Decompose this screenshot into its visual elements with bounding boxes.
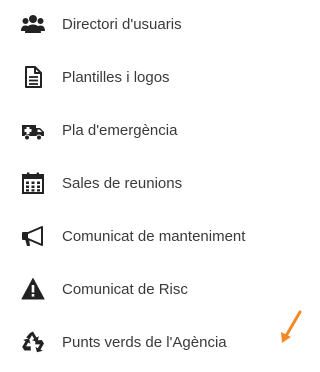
menu-item-label: Sales de reunions [62,174,183,192]
menu-item-label: Pla d'emergència [62,121,178,139]
document-icon [20,64,46,90]
menu-item-label: Directori d'usuaris [62,15,182,33]
warning-icon [20,276,46,302]
users-group-icon [20,11,46,37]
menu-item-risk-notice[interactable]: Comunicat de Risc [20,273,188,305]
megaphone-icon [20,223,46,249]
menu-item-green-points[interactable]: Punts verds de l'Agència [20,326,227,358]
ambulance-icon [20,117,46,143]
menu-item-label: Comunicat de manteniment [62,227,246,245]
menu-item-templates-logos[interactable]: Plantilles i logos [20,61,170,93]
recycle-icon [20,329,46,355]
menu-item-meeting-rooms[interactable]: Sales de reunions [20,167,182,199]
menu-item-emergency-plan[interactable]: Pla d'emergència [20,114,177,146]
menu-item-label: Comunicat de Risc [62,280,188,298]
pointer-arrow-icon [281,310,302,343]
menu-item-label: Punts verds de l'Agència [62,333,227,351]
menu-item-label: Plantilles i logos [62,68,170,86]
menu-item-user-directory[interactable]: Directori d'usuaris [20,8,182,40]
calendar-icon [20,170,46,196]
links-menu: Directori d'usuaris Plantilles i logos P… [0,0,314,372]
menu-item-maintenance-notice[interactable]: Comunicat de manteniment [20,220,245,252]
